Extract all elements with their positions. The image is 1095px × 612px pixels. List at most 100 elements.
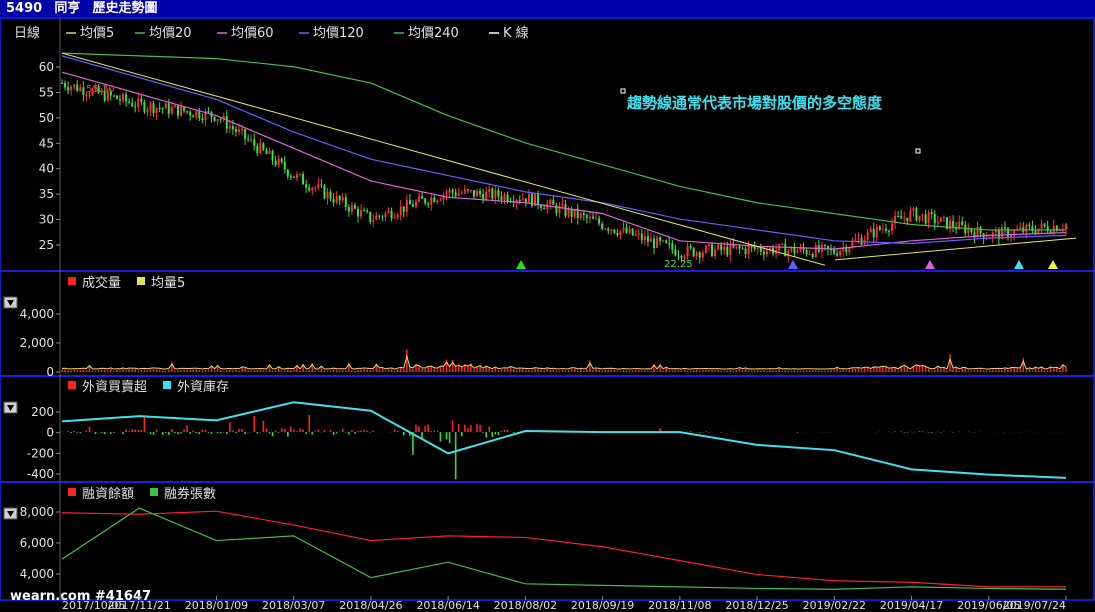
foreign-net-bar — [177, 432, 179, 435]
signal-marker — [925, 260, 935, 269]
candle-body — [320, 184, 323, 186]
candle-body — [653, 238, 656, 248]
volume-bar — [891, 368, 893, 372]
volume-bar — [204, 369, 207, 372]
candle-body — [280, 158, 283, 162]
volume-bar — [790, 370, 793, 372]
candle-body — [1065, 224, 1067, 230]
volume-bar — [512, 368, 515, 372]
candle-body — [952, 220, 955, 228]
volume-bar — [406, 349, 408, 372]
volume-bar — [1040, 367, 1043, 372]
foreign-toggle-button[interactable] — [3, 401, 18, 414]
volume-bar — [522, 369, 524, 372]
foreign-net-bar — [88, 426, 91, 433]
candle-body — [88, 94, 91, 96]
x-tick-label: 2018/04/26 — [339, 599, 402, 612]
volume-bar — [940, 368, 942, 372]
volume-legend: 成交量 均量5 — [68, 275, 185, 291]
foreign-net-bar — [85, 430, 88, 433]
candle-body — [503, 194, 506, 200]
volume-bar — [482, 369, 484, 372]
volume-bar — [579, 369, 582, 372]
y-tick-label: 45 — [39, 136, 54, 150]
foreign-net-bar — [918, 431, 921, 433]
foreign-net-bar — [110, 432, 112, 434]
candle-body — [616, 232, 619, 235]
candle-body — [286, 169, 289, 177]
volume-bar — [644, 370, 646, 372]
volume-bar — [186, 369, 188, 372]
foreign-net-bar — [360, 430, 362, 433]
volume-bar — [781, 370, 783, 372]
volume-bar — [332, 369, 335, 372]
volume-bar — [772, 370, 774, 372]
volume-bar — [958, 370, 960, 372]
candle-body — [756, 248, 759, 250]
candle-body — [521, 198, 524, 201]
volume-bar — [290, 369, 292, 372]
candle-body — [967, 228, 970, 234]
ma-line — [61, 55, 1067, 245]
y-tick-label: 6,000 — [20, 536, 54, 550]
volume-bar — [814, 370, 817, 372]
candle-body — [341, 197, 344, 201]
candle-body — [738, 246, 741, 249]
foreign-net-bar — [467, 427, 469, 433]
volume-bar — [94, 370, 97, 372]
volume-bar — [280, 370, 283, 372]
signal-marker — [1048, 260, 1058, 269]
volume-bar — [595, 369, 597, 372]
volume-bar — [192, 369, 195, 372]
foreign-net-bar — [189, 432, 191, 434]
candle-body — [729, 244, 732, 256]
volume-bar — [244, 367, 246, 372]
y-tick-label: 200 — [31, 405, 54, 419]
candle-body — [750, 246, 753, 248]
candle-body — [67, 87, 70, 91]
volume-bar — [177, 370, 179, 372]
foreign-net-bar — [314, 431, 317, 433]
foreign-net-bar — [103, 432, 106, 435]
volume-bar — [641, 370, 643, 372]
candle-body — [70, 86, 73, 91]
volume-bar — [540, 369, 542, 372]
candle-body — [680, 255, 683, 259]
candle-body — [476, 190, 479, 197]
candle-body — [848, 247, 851, 253]
margin-toggle-button[interactable] — [3, 507, 18, 520]
volume-bar — [848, 369, 851, 372]
candle-body — [259, 143, 262, 154]
volume-bar — [537, 369, 539, 372]
candle-body — [701, 252, 704, 258]
candle-body — [219, 119, 222, 121]
volume-bar — [448, 366, 451, 372]
margin-legend: 融資餘額 融券張數 — [68, 486, 216, 502]
volume-bar — [467, 365, 469, 372]
volume-bar — [274, 370, 277, 372]
foreign-net-bar — [488, 426, 491, 433]
foreign-net-bar — [183, 429, 185, 433]
volume-bar — [259, 369, 262, 372]
volume-bar — [998, 369, 1000, 372]
volume-toggle-button[interactable] — [3, 296, 18, 309]
volume-bar — [168, 369, 170, 372]
foreign-net-bar — [357, 430, 359, 433]
candle-body — [155, 108, 158, 114]
foreign-net-bar — [351, 430, 353, 433]
candle-body — [421, 196, 424, 199]
candle-body — [228, 126, 231, 129]
candle-body — [579, 213, 582, 219]
candle-body — [277, 158, 280, 166]
volume-bar — [778, 368, 780, 372]
foreign-net-bar — [210, 432, 213, 434]
foreign-net-bar — [317, 429, 320, 433]
foreign-net-bar — [485, 432, 487, 438]
volume-bar — [357, 369, 359, 372]
candle-body — [372, 220, 375, 222]
volume-bar — [305, 370, 307, 372]
candle-body — [494, 189, 497, 199]
volume-bar — [201, 370, 204, 372]
volume-bar — [384, 370, 387, 372]
foreign-net-bar — [244, 432, 246, 435]
